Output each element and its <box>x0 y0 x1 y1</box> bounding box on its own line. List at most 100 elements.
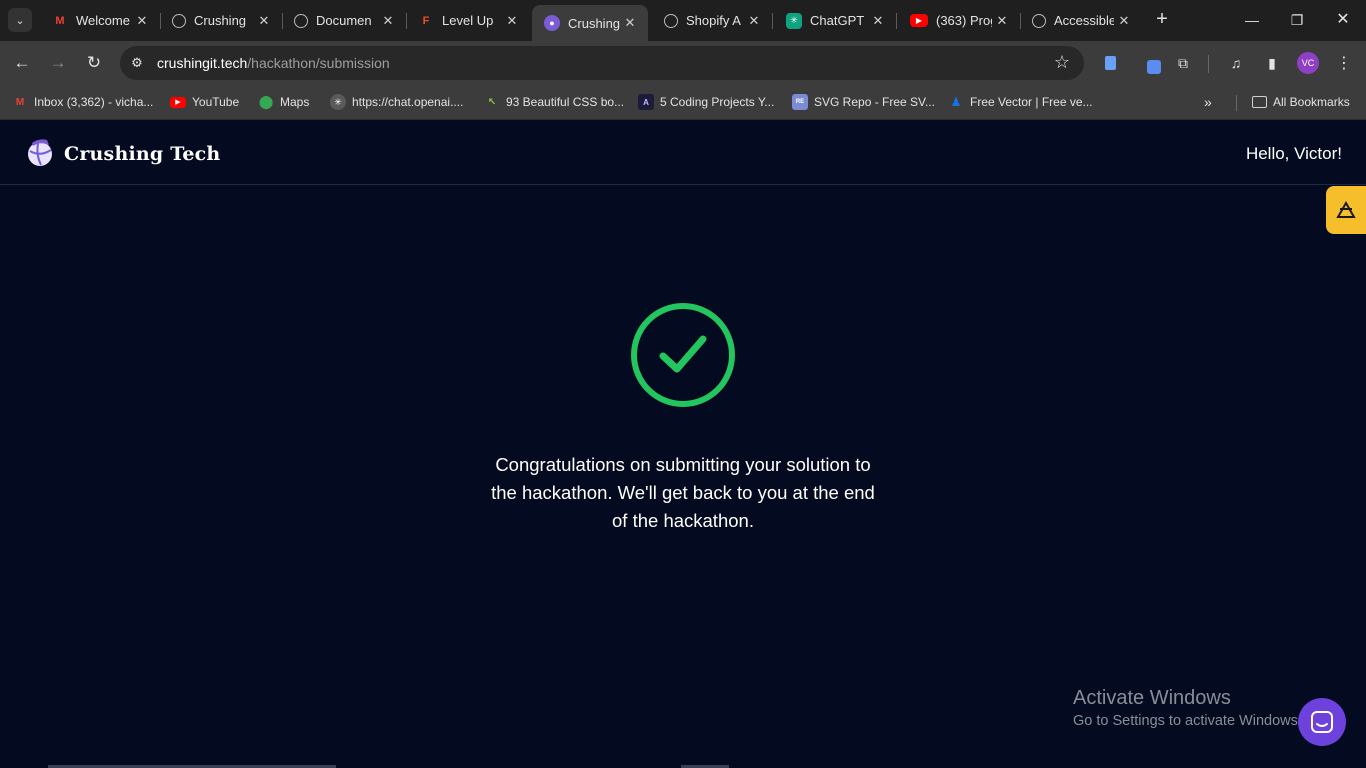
all-bookmarks-button[interactable]: All Bookmarks <box>1252 93 1350 111</box>
close-icon[interactable]: ✕ <box>132 13 152 29</box>
close-icon[interactable]: ✕ <box>378 13 398 29</box>
tab-title: Shopify A <box>686 13 741 28</box>
extensions-puzzle-icon[interactable]: ⧉ <box>1173 53 1193 73</box>
bookmark-svg-repo[interactable]: RE SVG Repo - Free SV... <box>792 93 935 111</box>
watermark-line-2: Go to Settings to activate Windows. <box>1073 713 1302 729</box>
gmail-icon: M <box>55 14 65 27</box>
close-icon[interactable]: ✕ <box>254 13 274 29</box>
bookmark-star-icon[interactable]: ☆ <box>1054 52 1070 73</box>
minimize-icon: — <box>1245 12 1259 28</box>
url-host: crushingit.tech <box>157 55 248 71</box>
bookmark-inbox[interactable]: M Inbox (3,362) - vicha... <box>12 93 154 111</box>
brand-name[interactable]: Crushing Tech <box>64 143 220 165</box>
watermark-line-1: Activate Windows <box>1073 687 1231 709</box>
bookmark-css-buttons[interactable]: ↖ 93 Beautiful CSS bo... <box>484 93 624 111</box>
bookmark-chatgpt[interactable]: ✳ https://chat.openai.... <box>330 93 463 111</box>
tab-search-button[interactable]: ⌄ <box>8 8 32 32</box>
browser-toolbar: ← → ↻ ⚙ crushingit.tech/hackathon/submis… <box>0 41 1366 85</box>
tab-document[interactable]: Documen ✕ <box>282 6 407 35</box>
all-bookmarks-label: All Bookmarks <box>1273 95 1350 109</box>
bookmark-freepik[interactable]: ♟ Free Vector | Free ve... <box>948 93 1093 111</box>
chatgpt-icon: ✳ <box>786 12 802 29</box>
close-icon[interactable]: ✕ <box>744 13 764 29</box>
reload-icon: ↻ <box>86 53 102 72</box>
success-check-icon <box>631 303 735 407</box>
profile-avatar[interactable]: VC <box>1297 52 1319 74</box>
minimize-button[interactable]: — <box>1238 8 1266 32</box>
chat-launcher-button[interactable] <box>1298 698 1346 746</box>
chatgpt-icon: ✳ <box>330 94 346 110</box>
bookmark-coding-projects[interactable]: A 5 Coding Projects Y... <box>638 93 774 111</box>
forward-button[interactable]: → <box>46 51 70 75</box>
tab-level-up[interactable]: F Level Up ✕ <box>406 6 530 35</box>
web-page: Crushing Tech Hello, Victor! Congratulat… <box>0 121 1366 768</box>
tab-strip: ⌄ M Welcome ✕ Crushing ✕ Documen ✕ F Lev… <box>0 0 1366 41</box>
close-icon[interactable]: ✕ <box>502 13 522 29</box>
chevron-down-icon: ⌄ <box>15 14 25 27</box>
side-panel-icon[interactable]: ▮ <box>1262 53 1282 73</box>
svgrepo-icon: RE <box>792 94 808 110</box>
bookmark-label: https://chat.openai.... <box>352 95 464 109</box>
figma-icon: F <box>422 14 430 27</box>
globe-icon <box>172 13 186 28</box>
globe-icon <box>1032 13 1046 28</box>
tab-title: Documen <box>316 13 372 28</box>
bookmark-label: Maps <box>280 95 310 109</box>
tab-accessible[interactable]: Accessible ✕ <box>1020 6 1142 35</box>
folder-icon <box>1252 96 1267 108</box>
crushing-tech-logo-icon[interactable] <box>24 137 56 169</box>
bookmark-label: 5 Coding Projects Y... <box>660 95 775 109</box>
bookmark-label: SVG Repo - Free SV... <box>814 95 935 109</box>
url-path: /hackathon/submission <box>247 55 390 71</box>
close-icon[interactable]: ✕ <box>868 13 888 29</box>
triangle-logo-icon <box>1336 201 1356 218</box>
tab-title: Accessible <box>1054 13 1114 28</box>
tab-title: Welcome <box>76 13 130 28</box>
close-window-button[interactable]: ✕ <box>1329 8 1357 32</box>
youtube-icon: ▶ <box>910 14 928 27</box>
tab-shopify[interactable]: Shopify A ✕ <box>652 6 773 35</box>
bookmarks-separator <box>1236 95 1237 111</box>
crushing-tech-icon: ● <box>544 15 560 31</box>
restore-button[interactable]: ❐ <box>1283 8 1311 32</box>
globe-icon <box>664 13 678 28</box>
tab-title: Level Up <box>442 13 494 28</box>
close-icon[interactable]: ✕ <box>1114 13 1134 29</box>
bookmark-label: 93 Beautiful CSS bo... <box>506 95 625 109</box>
address-bar[interactable]: ⚙ crushingit.tech/hackathon/submission ☆ <box>120 46 1084 80</box>
bookmarks-overflow-button[interactable]: » <box>1204 93 1212 111</box>
site-info-icon[interactable]: ⚙ <box>128 54 146 72</box>
tab-chatgpt[interactable]: ✳ ChatGPT ✕ <box>774 6 897 35</box>
menu-dots-icon[interactable]: ⋮ <box>1334 53 1354 73</box>
site-header: Crushing Tech Hello, Victor! <box>0 121 1366 185</box>
tab-crushing-1[interactable]: Crushing ✕ <box>160 6 283 35</box>
success-message: Congratulations on submitting your solut… <box>491 454 875 531</box>
bookmark-youtube[interactable]: ▶ YouTube <box>170 93 239 111</box>
code-icon: A <box>638 94 654 110</box>
reload-button[interactable]: ↻ <box>82 51 106 75</box>
media-control-icon[interactable]: ♫ <box>1226 53 1246 73</box>
tab-title: ChatGPT <box>810 13 865 28</box>
close-icon[interactable]: ✕ <box>992 13 1012 29</box>
tab-separator <box>896 13 897 29</box>
close-icon[interactable]: ✕ <box>620 15 640 31</box>
tab-crushing-active[interactable]: ● Crushing ✕ <box>532 5 648 41</box>
back-button[interactable]: ← <box>10 51 34 75</box>
close-icon: ✕ <box>1336 11 1350 28</box>
tab-title: (363) Prog <box>936 13 992 28</box>
new-tab-button[interactable]: + <box>1151 8 1173 30</box>
tab-youtube[interactable]: ▶ (363) Prog ✕ <box>898 6 1021 35</box>
floating-tool-button[interactable] <box>1326 186 1366 234</box>
url-text[interactable]: crushingit.tech/hackathon/submission <box>157 55 390 71</box>
user-greeting[interactable]: Hello, Victor! <box>1246 144 1342 164</box>
extension-docs-icon[interactable] <box>1100 53 1120 73</box>
extension-edit-icon[interactable] <box>1140 53 1161 74</box>
bookmark-label: Inbox (3,362) - vicha... <box>34 95 154 109</box>
tab-welcome[interactable]: M Welcome ✕ <box>40 6 161 35</box>
youtube-icon: ▶ <box>170 96 186 108</box>
bookmark-maps[interactable]: ⬤ Maps <box>258 93 310 111</box>
chevron-double-right-icon: » <box>1204 94 1212 110</box>
bookmark-label: YouTube <box>192 95 240 109</box>
windows-activation-watermark: Activate Windows Go to Settings to activ… <box>1073 687 1302 729</box>
cursor-icon: ↖ <box>487 96 497 108</box>
